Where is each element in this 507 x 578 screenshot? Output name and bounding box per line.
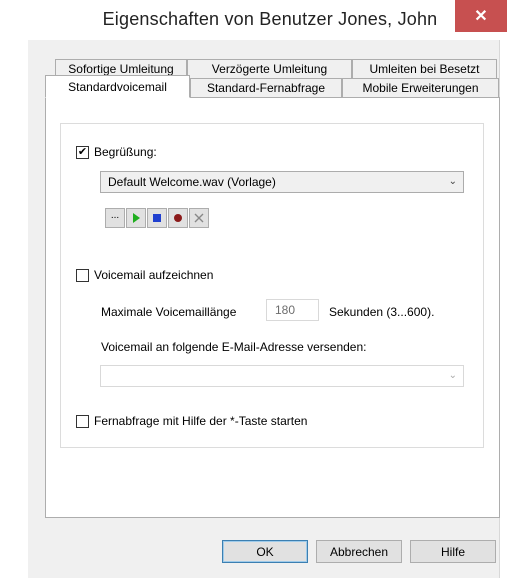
seconds-label: Sekunden (3...600).	[329, 305, 435, 319]
tab-label: Standard-Fernabfrage	[206, 81, 326, 95]
tab-label: Umleiten bei Besetzt	[369, 62, 480, 76]
ok-button[interactable]: OK	[222, 540, 308, 563]
tab-label: Mobile Erweiterungen	[362, 81, 479, 95]
stop-icon	[153, 214, 161, 222]
browse-label: ...	[110, 210, 120, 221]
greeting-checkbox[interactable]: ✔	[76, 146, 89, 159]
play-button[interactable]	[126, 208, 146, 228]
greeting-label: Begrüßung:	[94, 145, 157, 159]
chevron-down-icon: ⌄	[448, 176, 457, 187]
properties-dialog: Eigenschaften von Benutzer Jones, John ✕…	[0, 0, 507, 578]
record-icon	[174, 214, 182, 222]
tab-label: Sofortige Umleitung	[68, 62, 174, 76]
play-icon	[133, 213, 140, 223]
max-length-input[interactable]: 180	[266, 299, 319, 321]
email-label: Voicemail an folgende E-Mail-Adresse ver…	[101, 340, 367, 354]
checkmark-icon: ✔	[77, 146, 88, 158]
tab-mobile-erweiterungen[interactable]: Mobile Erweiterungen	[342, 78, 499, 97]
max-length-label: Maximale Voicemaillänge	[101, 305, 237, 319]
tab-label: Standardvoicemail	[68, 79, 167, 94]
greeting-file-select[interactable]: Default Welcome.wav (Vorlage) ⌄	[100, 171, 464, 193]
tab-verzoegerte-umleitung[interactable]: Verzögerte Umleitung	[187, 59, 352, 78]
tab-label: Verzögerte Umleitung	[211, 62, 328, 76]
tab-standard-fernabfrage[interactable]: Standard-Fernabfrage	[190, 78, 342, 97]
email-address-select[interactable]: ⌄	[100, 365, 464, 387]
help-label: Hilfe	[440, 544, 465, 559]
greeting-file-value: Default Welcome.wav (Vorlage)	[108, 175, 276, 189]
tab-standardvoicemail[interactable]: Standardvoicemail	[45, 75, 190, 98]
stop-button[interactable]	[147, 208, 167, 228]
record-button[interactable]	[168, 208, 188, 228]
remote-access-label: Fernabfrage mit Hilfe der *-Taste starte…	[94, 414, 308, 428]
cancel-label: Abbrechen	[329, 544, 389, 559]
help-button[interactable]: Hilfe	[410, 540, 496, 563]
delete-icon	[194, 213, 204, 223]
chevron-down-icon: ⌄	[448, 370, 457, 381]
remote-access-checkbox[interactable]	[76, 415, 89, 428]
window-title: Eigenschaften von Benutzer Jones, John	[102, 9, 438, 29]
browse-button[interactable]: ...	[105, 208, 125, 228]
tab-umleiten-bei-besetzt[interactable]: Umleiten bei Besetzt	[352, 59, 497, 78]
close-button[interactable]: ✕	[455, 0, 507, 32]
record-voicemail-label: Voicemail aufzeichnen	[94, 268, 214, 282]
delete-button[interactable]	[189, 208, 209, 228]
ok-label: OK	[256, 544, 274, 559]
max-length-value: 180	[275, 303, 296, 317]
record-voicemail-checkbox[interactable]	[76, 269, 89, 282]
cancel-button[interactable]: Abbrechen	[316, 540, 402, 563]
close-icon: ✕	[474, 8, 488, 25]
